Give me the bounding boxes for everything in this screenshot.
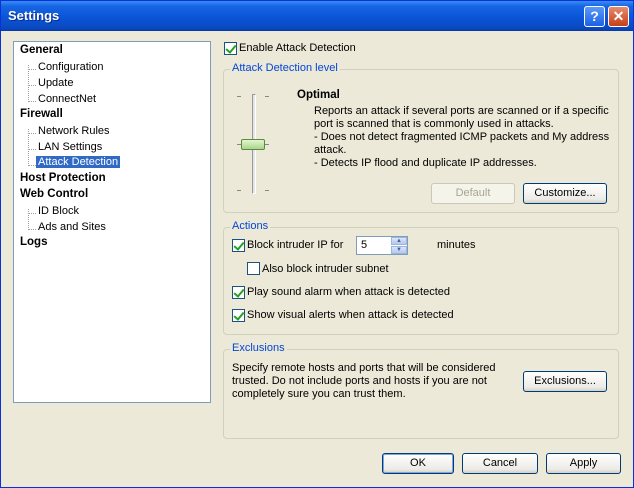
tree-item-id-block[interactable]: ID Block [38, 205, 79, 217]
tree-connector [28, 165, 36, 166]
block-minutes-spinner[interactable]: 5 ▲ ▼ [356, 236, 408, 255]
enable-attack-detection-checkbox[interactable] [224, 42, 237, 55]
exclusions-desc-line: completely sure you can trust them. [232, 388, 406, 400]
slider-tick [265, 96, 269, 97]
tree-item-web-control[interactable]: Web Control [20, 188, 88, 200]
block-intruder-label: Block intruder IP for [247, 239, 344, 251]
slider-tick [237, 190, 241, 191]
level-slider-thumb[interactable] [241, 139, 265, 150]
tree-connector [28, 101, 36, 102]
level-name: Optimal [297, 89, 340, 101]
tree-item-logs[interactable]: Logs [20, 236, 47, 248]
spinner-up-icon[interactable]: ▲ [391, 237, 407, 245]
tree-item-host-protection[interactable]: Host Protection [20, 172, 106, 184]
title-bar[interactable]: Settings ? ✕ [1, 1, 633, 31]
spinner-arrows: ▲ ▼ [391, 237, 407, 254]
window-title: Settings [8, 8, 60, 23]
exclusions-button[interactable]: Exclusions... [523, 371, 607, 392]
close-button[interactable]: ✕ [608, 6, 629, 27]
minutes-label: minutes [437, 239, 476, 251]
block-intruder-checkbox[interactable] [232, 239, 245, 252]
cancel-button[interactable]: Cancel [462, 453, 538, 474]
apply-button[interactable]: Apply [546, 453, 621, 474]
spinner-down-icon[interactable]: ▼ [391, 246, 407, 254]
help-button[interactable]: ? [584, 6, 605, 27]
level-desc-line: - Detects IP flood and duplicate IP addr… [314, 157, 537, 169]
tree-item-connectnet[interactable]: ConnectNet [38, 93, 96, 105]
tree-connector [28, 85, 36, 86]
tree-connector [28, 229, 36, 230]
tree-item-attack-detection[interactable]: Attack Detection [36, 156, 121, 168]
sound-alarm-label: Play sound alarm when attack is detected [247, 286, 451, 298]
tree-connector [28, 129, 29, 166]
tree-item-configuration[interactable]: Configuration [38, 61, 103, 73]
exclusions-desc-line: Specify remote hosts and ports that will… [232, 362, 496, 374]
visual-alerts-checkbox[interactable] [232, 309, 245, 322]
block-minutes-value[interactable]: 5 [361, 239, 367, 251]
tree-item-update[interactable]: Update [38, 77, 73, 89]
level-desc-line: attack. [314, 144, 347, 156]
exclusions-desc-line: trusted. Do not include ports and hosts … [232, 375, 487, 387]
exclusions-group-title: Exclusions [230, 342, 287, 354]
tree-item-ads-and-sites[interactable]: Ads and Sites [38, 221, 106, 233]
settings-tree: General Configuration Update ConnectNet … [13, 41, 211, 403]
tree-item-network-rules[interactable]: Network Rules [38, 125, 110, 137]
slider-tick [265, 190, 269, 191]
tree-item-firewall[interactable]: Firewall [20, 108, 63, 120]
ok-button[interactable]: OK [382, 453, 454, 474]
attack-level-group-title: Attack Detection level [230, 62, 340, 74]
tree-item-general[interactable]: General [20, 44, 63, 56]
enable-attack-detection-label: Enable Attack Detection [239, 42, 356, 54]
visual-alerts-label: Show visual alerts when attack is detect… [247, 309, 454, 321]
tree-connector [28, 213, 36, 214]
tree-item-lan-settings[interactable]: LAN Settings [38, 141, 102, 153]
block-subnet-checkbox[interactable] [247, 262, 260, 275]
default-button[interactable]: Default [431, 183, 515, 204]
slider-tick [265, 144, 269, 145]
level-desc-line: port is scanned that is commonly used in… [314, 118, 554, 130]
slider-tick [237, 96, 241, 97]
tree-connector [28, 133, 36, 134]
customize-button[interactable]: Customize... [523, 183, 607, 204]
level-desc-line: - Does not detect fragmented ICMP packet… [314, 131, 610, 143]
tree-connector [28, 149, 36, 150]
sound-alarm-checkbox[interactable] [232, 286, 245, 299]
tree-connector [28, 65, 29, 102]
settings-window: Settings ? ✕ General Configuration Updat… [0, 0, 634, 488]
actions-group-title: Actions [230, 220, 271, 232]
tree-connector [28, 69, 36, 70]
level-desc-line: Reports an attack if several ports are s… [314, 105, 609, 117]
block-subnet-label: Also block intruder subnet [262, 263, 389, 275]
